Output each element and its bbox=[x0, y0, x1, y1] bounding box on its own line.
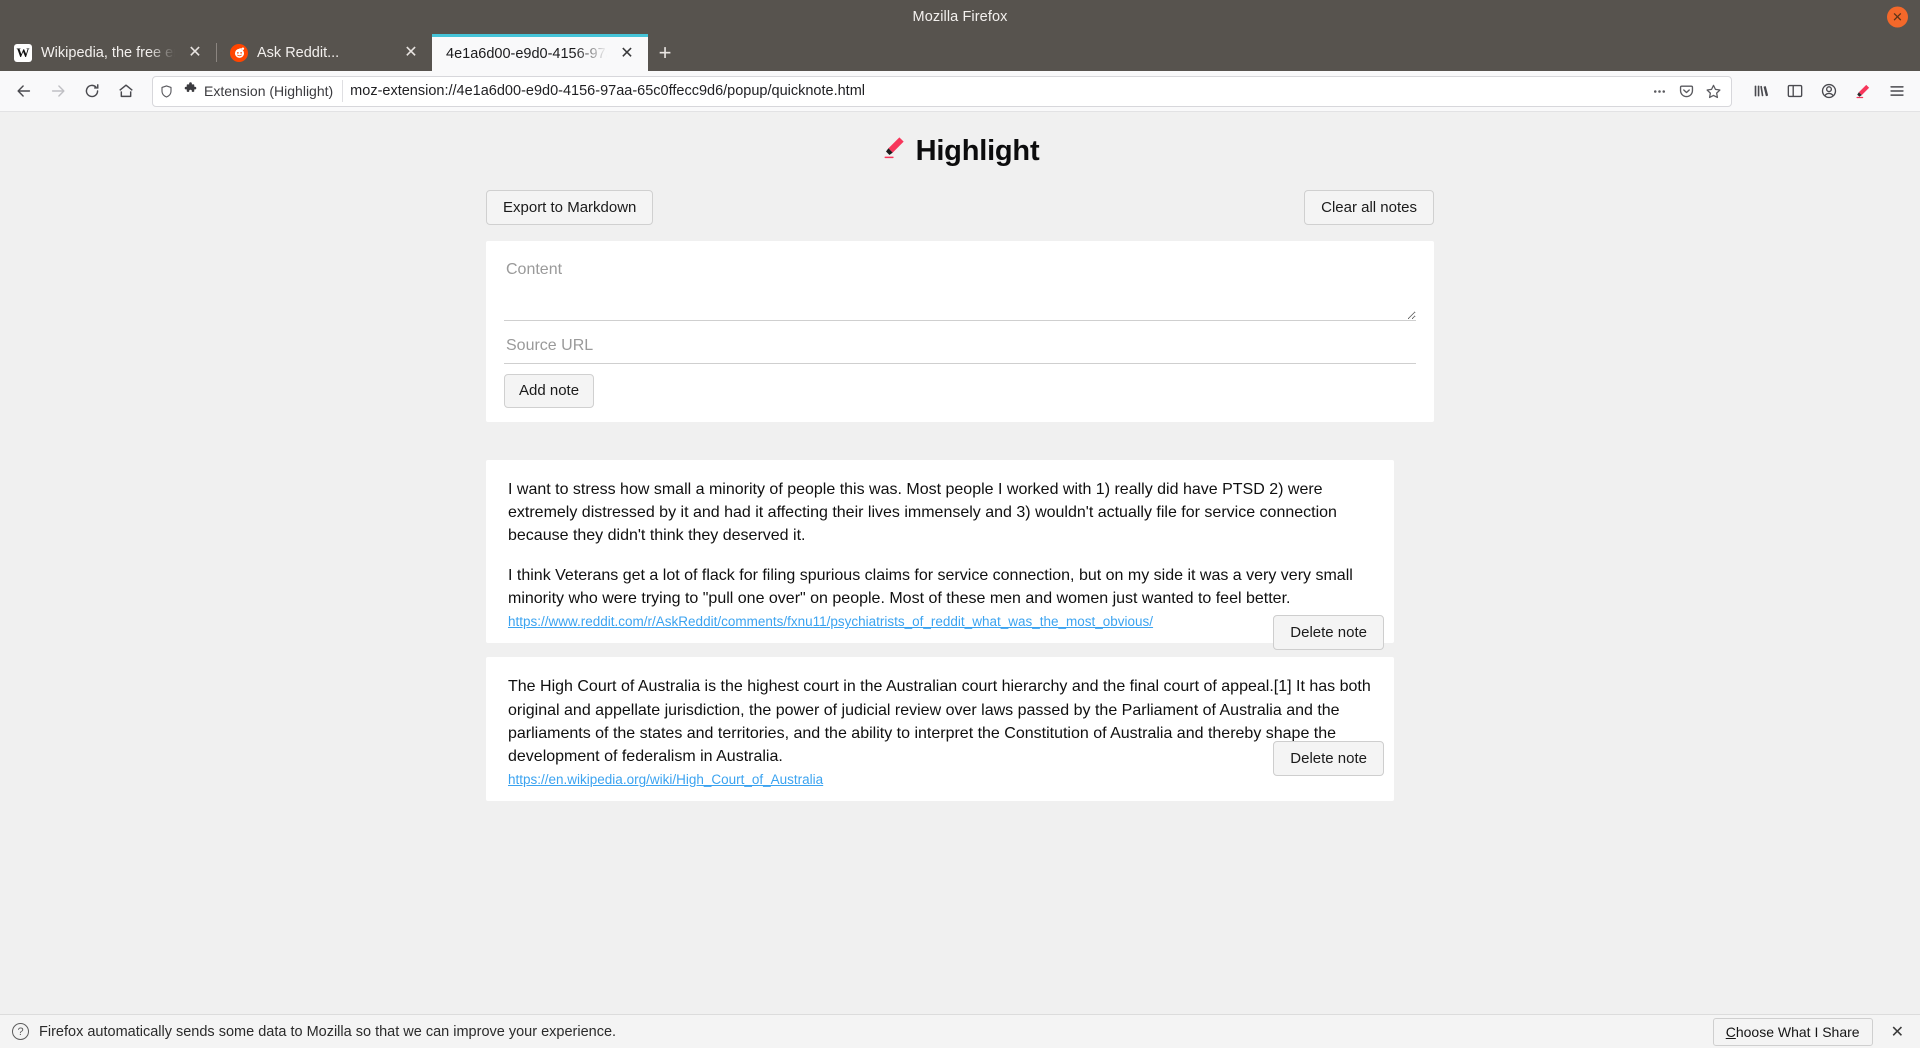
forward-button[interactable] bbox=[42, 75, 74, 107]
page-actions-icon[interactable] bbox=[1651, 83, 1668, 100]
url-bar[interactable]: Extension (Highlight) moz-extension://4e… bbox=[152, 75, 1732, 107]
navigation-toolbar: Extension (Highlight) moz-extension://4e… bbox=[0, 71, 1920, 112]
tab-title: Wikipedia, the free encyclo bbox=[41, 44, 175, 61]
tab-highlight-extension[interactable]: 4e1a6d00-e9d0-4156-97aa-65c0 ✕ bbox=[432, 34, 648, 71]
shield-icon[interactable] bbox=[159, 84, 174, 99]
marker-pen-icon bbox=[881, 134, 907, 168]
note-footer: https://www.reddit.com/r/AskReddit/comme… bbox=[508, 614, 1372, 633]
back-button[interactable] bbox=[8, 75, 40, 107]
library-button[interactable] bbox=[1746, 75, 1776, 107]
sidebar-button[interactable] bbox=[1780, 75, 1810, 107]
star-icon[interactable] bbox=[1705, 83, 1722, 100]
app-menu-button[interactable] bbox=[1882, 75, 1912, 107]
notes-list: I want to stress how small a minority of… bbox=[486, 459, 1434, 802]
note-paragraph: I think Veterans get a lot of flack for … bbox=[508, 567, 1353, 608]
note-paragraph: I want to stress how small a minority of… bbox=[508, 480, 1337, 544]
note-card: The High Court of Australia is the highe… bbox=[486, 657, 1394, 802]
choose-what-i-share-button[interactable]: Choose What I Share bbox=[1712, 1017, 1873, 1046]
content-input[interactable] bbox=[504, 255, 1416, 322]
window-close-label: ✕ bbox=[1892, 9, 1903, 25]
delete-note-button[interactable]: Delete note bbox=[1273, 741, 1384, 777]
tab-close-icon[interactable]: ✕ bbox=[616, 43, 638, 65]
plus-icon: + bbox=[658, 39, 672, 65]
add-note-form: Add note bbox=[486, 241, 1434, 422]
note-source-link[interactable]: https://en.wikipedia.org/wiki/High_Court… bbox=[508, 772, 823, 791]
export-to-markdown-button[interactable]: Export to Markdown bbox=[486, 190, 654, 226]
question-mark-icon: ? bbox=[12, 1023, 29, 1040]
window-close-button[interactable]: ✕ bbox=[1887, 6, 1908, 28]
reload-icon bbox=[83, 82, 101, 100]
source-url-input[interactable] bbox=[504, 329, 1416, 365]
forward-arrow-icon bbox=[49, 82, 67, 100]
tab-strip: W Wikipedia, the free encyclo ✕ Ask Redd… bbox=[0, 34, 1920, 71]
page-content: Highlight Export to Markdown Clear all n… bbox=[0, 112, 1920, 1014]
note-source-link[interactable]: https://www.reddit.com/r/AskReddit/comme… bbox=[508, 614, 1153, 633]
notification-actions: Choose What I Share ✕ bbox=[1712, 1017, 1908, 1046]
highlight-extension-button[interactable] bbox=[1848, 75, 1878, 107]
home-button[interactable] bbox=[110, 75, 142, 107]
note-body: The High Court of Australia is the highe… bbox=[508, 675, 1372, 768]
account-icon bbox=[1820, 82, 1838, 100]
wikipedia-icon: W bbox=[14, 43, 32, 62]
choose-label-rest: hoose What I Share bbox=[1735, 1023, 1860, 1040]
app-container: Export to Markdown Clear all notes Add n… bbox=[486, 190, 1434, 802]
toolbar-right-actions bbox=[1746, 75, 1912, 107]
library-icon bbox=[1752, 82, 1770, 100]
new-tab-button[interactable]: + bbox=[648, 34, 682, 71]
tab-close-icon[interactable]: ✕ bbox=[184, 42, 206, 64]
home-icon bbox=[117, 82, 135, 100]
note-footer: https://en.wikipedia.org/wiki/High_Court… bbox=[508, 772, 1372, 791]
data-notification-bar: ? Firefox automatically sends some data … bbox=[0, 1014, 1920, 1048]
back-arrow-icon bbox=[15, 82, 33, 100]
window-title: Mozilla Firefox bbox=[912, 9, 1008, 25]
tab-wikipedia[interactable]: W Wikipedia, the free encyclo ✕ bbox=[0, 34, 216, 71]
page-title: Highlight bbox=[0, 134, 1920, 168]
tab-title: Ask Reddit... bbox=[257, 44, 340, 61]
tab-ask-reddit[interactable]: Ask Reddit... ✕ bbox=[216, 34, 432, 71]
note-paragraph: The High Court of Australia is the highe… bbox=[508, 678, 1371, 765]
extension-badge[interactable]: Extension (Highlight) bbox=[181, 80, 344, 102]
add-note-button[interactable]: Add note bbox=[504, 374, 595, 408]
tab-close-icon[interactable]: ✕ bbox=[400, 42, 422, 64]
hamburger-menu-icon bbox=[1888, 82, 1906, 100]
page-title-text: Highlight bbox=[915, 134, 1040, 167]
reload-button[interactable] bbox=[76, 75, 108, 107]
clear-all-notes-button[interactable]: Clear all notes bbox=[1304, 190, 1434, 226]
highlighter-extension-icon bbox=[1854, 82, 1872, 100]
app-toolbar: Export to Markdown Clear all notes bbox=[486, 190, 1434, 226]
account-button[interactable] bbox=[1814, 75, 1844, 107]
url-text[interactable]: moz-extension://4e1a6d00-e9d0-4156-97aa-… bbox=[350, 83, 1644, 99]
extension-badge-label: Extension (Highlight) bbox=[204, 83, 334, 99]
notification-text: Firefox automatically sends some data to… bbox=[39, 1023, 617, 1040]
window-titlebar: Mozilla Firefox ✕ bbox=[0, 0, 1920, 34]
extension-puzzle-icon bbox=[183, 82, 198, 100]
browser-window: Mozilla Firefox ✕ W Wikipedia, the free … bbox=[0, 0, 1920, 1048]
reddit-icon bbox=[230, 43, 248, 62]
pocket-icon[interactable] bbox=[1678, 83, 1695, 100]
notification-close-icon[interactable]: ✕ bbox=[1887, 1022, 1908, 1042]
tab-title: 4e1a6d00-e9d0-4156-97aa-65c0 bbox=[446, 46, 607, 62]
delete-note-button[interactable]: Delete note bbox=[1273, 614, 1384, 650]
choose-accesskey: C bbox=[1725, 1023, 1736, 1040]
note-card: I want to stress how small a minority of… bbox=[486, 459, 1394, 650]
sidebar-icon bbox=[1786, 82, 1804, 100]
note-body: I want to stress how small a minority of… bbox=[508, 478, 1372, 611]
